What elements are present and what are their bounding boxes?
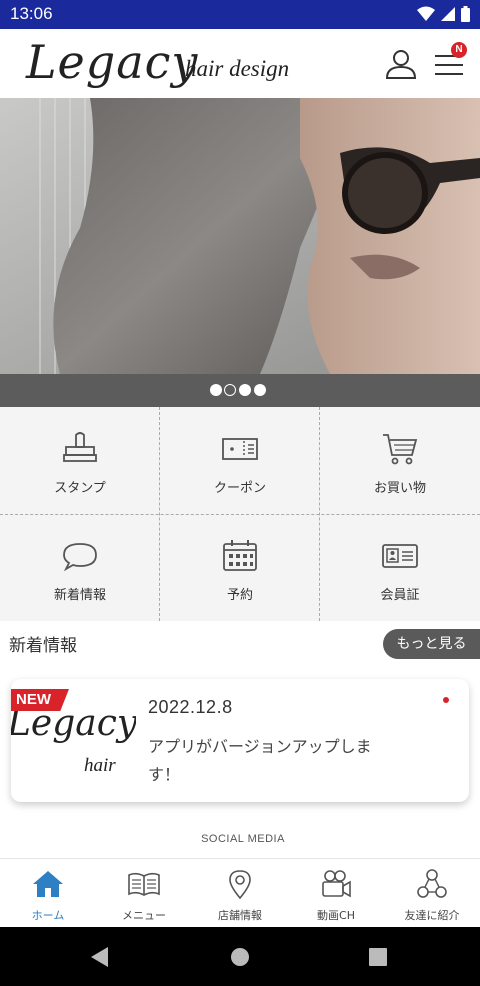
system-navigation-bar — [0, 927, 480, 986]
map-pin-icon — [229, 870, 251, 900]
hero-photo — [0, 98, 480, 374]
book-icon — [128, 872, 160, 896]
bottom-navigation: ホーム メニュー 店舗情報 動画CH 友達に紹介 — [0, 858, 480, 927]
news-thumbnail: Legacy hair NEW — [11, 679, 136, 802]
carousel-dot[interactable] — [210, 384, 222, 396]
grid-item-label: クーポン — [213, 481, 266, 496]
unread-indicator — [443, 697, 449, 703]
news-card[interactable]: Legacy hair NEW 2022.12.8 アプリがバージョンアップしま… — [11, 679, 469, 802]
video-camera-icon — [322, 870, 351, 898]
logo: Legacy — [26, 35, 199, 89]
home-icon — [33, 871, 63, 897]
see-more-button[interactable]: もっと見る — [383, 629, 480, 659]
coupon-icon — [222, 438, 258, 460]
speech-bubble-icon — [63, 543, 97, 572]
grid-item-coupon[interactable]: クーポン — [160, 407, 320, 514]
carousel-dot[interactable] — [239, 384, 251, 396]
nav-label: ホーム — [31, 909, 65, 922]
grid-item-news[interactable]: 新着情報 — [0, 514, 160, 621]
grid-item-label: 会員証 — [380, 588, 420, 603]
nav-label: 友達に紹介 — [404, 909, 460, 922]
app-header: Legacy hair design N — [0, 29, 480, 98]
status-icons — [417, 6, 470, 22]
grid-item-label: スタンプ — [54, 481, 106, 496]
carousel-dot-active[interactable] — [224, 384, 236, 396]
carousel-dot[interactable] — [254, 384, 266, 396]
logo-subtitle: hair design — [185, 56, 290, 81]
new-badge: NEW — [11, 689, 69, 711]
battery-icon — [461, 6, 470, 22]
hero-carousel[interactable] — [0, 98, 480, 374]
status-time: 13:06 — [10, 4, 53, 23]
recents-icon[interactable] — [369, 948, 387, 966]
user-icon[interactable] — [384, 47, 418, 81]
home-button-icon[interactable] — [230, 947, 250, 967]
notification-badge: N — [451, 42, 467, 58]
signal-icon — [441, 7, 455, 21]
nav-home[interactable]: ホーム — [0, 859, 96, 928]
grid-item-label: 予約 — [226, 588, 253, 603]
calendar-icon — [223, 540, 257, 571]
back-icon[interactable] — [90, 947, 110, 967]
grid-item-stamp[interactable]: スタンプ — [0, 407, 160, 514]
nav-invite-friends[interactable]: 友達に紹介 — [384, 859, 480, 928]
nav-menu[interactable]: メニュー — [96, 859, 192, 928]
stamp-icon — [63, 432, 97, 462]
nav-shop-info[interactable]: 店舗情報 — [192, 859, 288, 928]
social-media-heading: SOCIAL MEDIA — [201, 833, 285, 845]
grid-item-reservation[interactable]: 予約 — [160, 514, 320, 621]
nav-label: 動画CH — [317, 909, 355, 922]
nav-video-channel[interactable]: 動画CH — [288, 859, 384, 928]
wifi-icon — [417, 6, 435, 21]
grid-item-label: 新着情報 — [53, 588, 106, 603]
news-section-title: 新着情報 — [9, 636, 77, 656]
status-bar: 13:06 — [0, 0, 480, 29]
grid-item-member-card[interactable]: 会員証 — [320, 514, 480, 621]
news-text: アプリがバージョンアップします！ — [148, 737, 372, 784]
share-network-icon — [417, 869, 447, 898]
thumbnail-logo-subtitle: hair — [84, 755, 116, 776]
nav-label: メニュー — [122, 909, 166, 922]
nav-label: 店舗情報 — [218, 909, 262, 922]
news-date: 2022.12.8 — [148, 697, 233, 717]
grid-item-label: お買い物 — [373, 481, 426, 496]
member-card-icon — [382, 544, 418, 568]
feature-grid: スタンプ クーポン お買い物 新着情報 予約 会員証 — [0, 407, 480, 939]
carousel-indicator — [0, 374, 480, 407]
cart-icon — [383, 434, 418, 465]
grid-item-shopping[interactable]: お買い物 — [320, 407, 480, 514]
